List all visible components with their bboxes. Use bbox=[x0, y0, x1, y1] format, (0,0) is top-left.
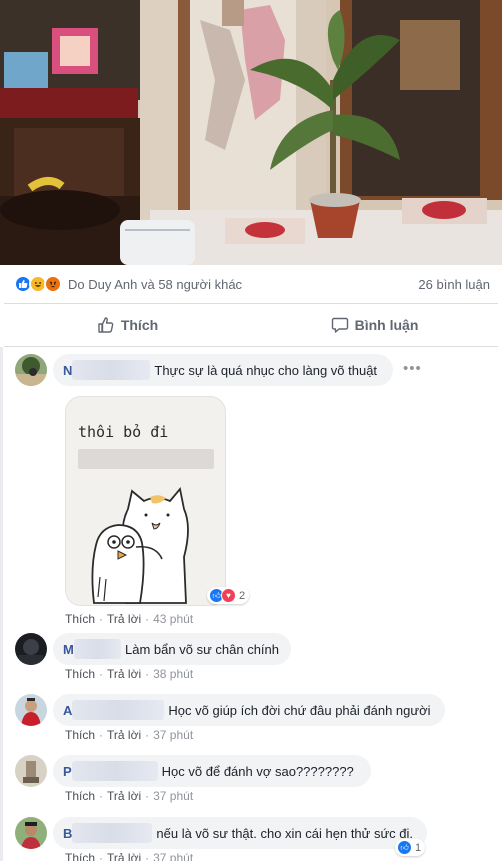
sticker-cats-image bbox=[91, 486, 189, 604]
comment-reply-link[interactable]: Trả lời bbox=[107, 851, 141, 861]
angry-icon bbox=[44, 275, 62, 293]
comment-time[interactable]: 43 phút bbox=[153, 612, 193, 626]
comment-like-link[interactable]: Thích bbox=[65, 667, 95, 681]
comment-like-link[interactable]: Thích bbox=[65, 612, 95, 626]
comment-time[interactable]: 37 phút bbox=[153, 789, 193, 803]
comment-meta: Thích · Trả lời · 43 phút bbox=[65, 612, 194, 626]
comment-time[interactable]: 38 phút bbox=[153, 667, 193, 681]
author-name-redacted bbox=[73, 639, 122, 659]
thumbs-up-icon bbox=[98, 317, 114, 333]
love-icon: ♥ bbox=[221, 588, 236, 603]
comment-list: N Thực sự là quá nhục cho làng võ thuật … bbox=[0, 347, 502, 861]
comment-time[interactable]: 37 phút bbox=[153, 728, 193, 742]
comment-bubble: N Thực sự là quá nhục cho làng võ thuật bbox=[53, 354, 393, 386]
comment-author[interactable]: B bbox=[63, 826, 72, 841]
comment-text: Học võ để đánh vợ sao???????? bbox=[161, 763, 354, 779]
comment-like-link[interactable]: Thích bbox=[65, 728, 95, 742]
comment-reply-link[interactable]: Trả lời bbox=[107, 728, 141, 742]
comment-reply-link[interactable]: Trả lời bbox=[107, 667, 141, 681]
comment-author[interactable]: M bbox=[63, 642, 74, 657]
comment-bubble: B nếu là võ sư thật. cho xin cái hẹn thử… bbox=[53, 817, 427, 849]
comment-reply-link[interactable]: Trả lời bbox=[107, 789, 141, 803]
comment-bubble: A Học võ giúp ích đời chứ đâu phải đánh … bbox=[53, 694, 445, 726]
comment-time[interactable]: 37 phút bbox=[153, 851, 193, 861]
like-button[interactable]: Thích bbox=[4, 316, 251, 334]
author-name-redacted bbox=[71, 761, 158, 781]
comment-bubble: P Học võ để đánh vợ sao???????? bbox=[53, 755, 371, 787]
like-icon: 👍︎ bbox=[397, 840, 412, 855]
comment-author[interactable]: N bbox=[63, 363, 72, 378]
comment-bubble: M Làm bẩn võ sư chân chính bbox=[53, 633, 291, 665]
reaction-icons bbox=[14, 275, 62, 293]
comment-text: nếu là võ sư thật. cho xin cái hẹn thử s… bbox=[156, 825, 414, 841]
author-name-redacted bbox=[72, 360, 151, 380]
reactors-text[interactable]: Do Duy Anh và 58 người khác bbox=[68, 277, 418, 292]
avatar[interactable] bbox=[15, 817, 47, 849]
avatar[interactable] bbox=[15, 354, 47, 386]
comment-icon bbox=[331, 317, 348, 333]
post-photo[interactable] bbox=[0, 0, 502, 265]
comment-text: Làm bẩn võ sư chân chính bbox=[125, 641, 279, 657]
more-options-icon[interactable]: ••• bbox=[403, 360, 422, 377]
comment-meta: Thích · Trả lời · 37 phút bbox=[65, 789, 194, 803]
comment-text: Thực sự là quá nhục cho làng võ thuật bbox=[154, 362, 378, 378]
comment-count[interactable]: 26 bình luận bbox=[418, 277, 490, 292]
post-photo-image bbox=[0, 0, 502, 265]
comment-button[interactable]: Bình luận bbox=[251, 316, 498, 334]
comment-like-link[interactable]: Thích bbox=[65, 851, 95, 861]
comment-button-label: Bình luận bbox=[354, 317, 419, 333]
avatar[interactable] bbox=[15, 633, 47, 665]
comment-sticker[interactable]: thôi bỏ đi bbox=[65, 396, 226, 606]
author-name-redacted bbox=[72, 700, 165, 720]
comment-meta: Thích · Trả lời · 38 phút bbox=[65, 667, 194, 681]
author-name-redacted bbox=[72, 823, 153, 843]
avatar[interactable] bbox=[15, 694, 47, 726]
comment-reply-link[interactable]: Trả lời bbox=[107, 612, 141, 626]
comment-author[interactable]: A bbox=[63, 703, 72, 718]
avatar[interactable] bbox=[15, 755, 47, 787]
comment-reaction-count[interactable]: 👍︎ 1 bbox=[395, 839, 426, 856]
comment-meta: Thích · Trả lời · 37 phút bbox=[65, 728, 194, 742]
comment-meta: Thích · Trả lời · 37 phút bbox=[65, 851, 193, 861]
like-button-label: Thích bbox=[120, 317, 159, 333]
comment-like-link[interactable]: Thích bbox=[65, 789, 95, 803]
reaction-summary[interactable]: Do Duy Anh và 58 người khác 26 bình luận bbox=[0, 265, 502, 303]
comment-reaction-count[interactable]: 👍︎ ♥ 2 bbox=[207, 587, 250, 604]
comment-author[interactable]: P bbox=[63, 764, 72, 779]
comment-text: Học võ giúp ích đời chứ đâu phải đánh ng… bbox=[168, 702, 431, 718]
post-actions: Thích Bình luận bbox=[4, 303, 498, 347]
